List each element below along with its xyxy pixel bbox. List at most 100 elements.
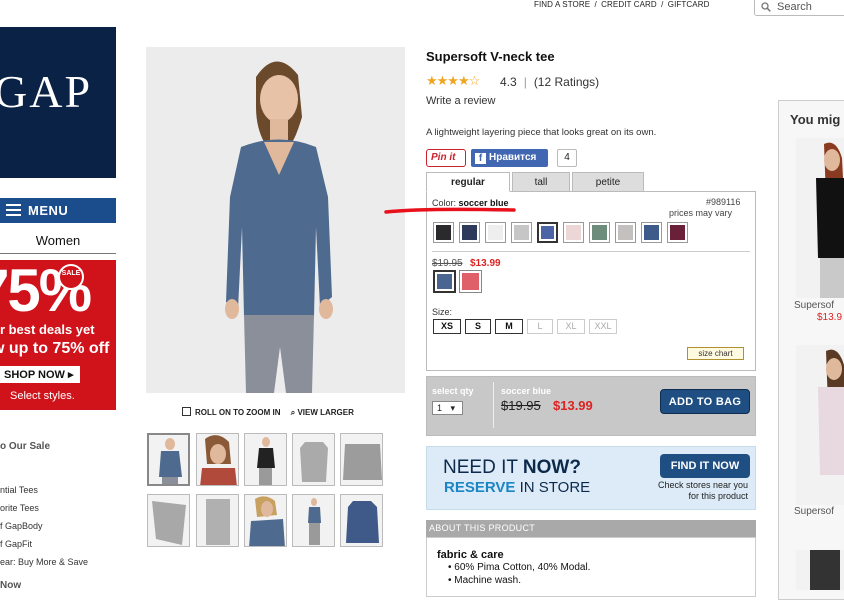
thumbnail-7[interactable]: [196, 494, 239, 547]
rating-stars-icon[interactable]: ★★★★☆: [426, 73, 480, 89]
fabric-care-heading: fabric & care: [437, 549, 504, 561]
thumbnail-image: [300, 442, 328, 482]
color-swatch[interactable]: [511, 222, 532, 243]
zoom-controls: ROLL ON TO ZOOM IN ⌕ VIEW LARGER: [182, 407, 354, 418]
product-main-image[interactable]: [146, 47, 405, 393]
swatch-fill: [488, 225, 503, 240]
recommendation-name[interactable]: Supersof: [794, 506, 834, 517]
color-swatch[interactable]: [589, 222, 610, 243]
find-store-link[interactable]: FIND A STORE: [534, 0, 590, 9]
facebook-like-button[interactable]: f Нравится: [471, 149, 548, 167]
original-price: $19.95: [432, 258, 463, 269]
thumbnail-9[interactable]: [292, 494, 335, 547]
gap-logo[interactable]: GAP: [0, 27, 116, 178]
sale-swatch-coral[interactable]: [459, 270, 482, 293]
recommendation-image[interactable]: [796, 345, 844, 505]
thumbnail-image: [249, 496, 285, 546]
swatch-fill: [437, 274, 452, 289]
sidebar-link-favorite-tees[interactable]: orite Tees: [0, 503, 39, 513]
shop-now-button[interactable]: SHOP NOW ▸: [0, 366, 80, 383]
thumbnail-8[interactable]: [244, 494, 287, 547]
thumbnail-4[interactable]: [292, 433, 335, 486]
thumbnail-image: [343, 444, 382, 480]
find-it-now-button[interactable]: FIND IT NOW: [660, 454, 750, 478]
pinterest-button[interactable]: Pin it: [426, 149, 466, 167]
annotation-underline: [384, 207, 516, 214]
swatch-fill: [436, 225, 451, 240]
tab-regular[interactable]: regular: [426, 172, 510, 192]
product-title: Supersoft V-neck tee: [426, 49, 555, 64]
color-swatch[interactable]: [563, 222, 584, 243]
swatch-fill: [541, 226, 554, 239]
color-swatch[interactable]: [667, 222, 688, 243]
sale-swatch-blue[interactable]: [433, 270, 456, 293]
search-input[interactable]: Search: [754, 0, 844, 16]
swatch-fill: [592, 225, 607, 240]
add-to-bag-button[interactable]: ADD TO BAG: [660, 389, 750, 414]
about-product-header[interactable]: ABOUT THIS PRODUCT: [426, 520, 756, 537]
now-text: NOW?: [522, 457, 581, 478]
color-swatch[interactable]: [537, 222, 558, 243]
thumbnail-image: [200, 435, 237, 485]
size-l[interactable]: L: [527, 319, 553, 334]
thumbnail-2[interactable]: [196, 433, 239, 486]
recommendation-image[interactable]: [796, 550, 844, 590]
credit-card-link[interactable]: CREDIT CARD: [601, 0, 657, 9]
sidebar-link-gapfit[interactable]: f GapFit: [0, 539, 32, 549]
rating-count-link[interactable]: (12 Ratings): [534, 75, 599, 89]
department-link-women[interactable]: Women: [0, 230, 116, 254]
thumbnail-6[interactable]: [147, 494, 190, 547]
sidebar-link-buy-more[interactable]: ear: Buy More & Save: [0, 557, 88, 567]
color-swatch[interactable]: [459, 222, 480, 243]
size-xs[interactable]: XS: [433, 319, 461, 334]
recommendation-image[interactable]: [796, 138, 844, 298]
thumbnail-image: [152, 501, 186, 545]
need-text: NEED IT: [443, 457, 518, 478]
swatch-fill: [644, 225, 659, 240]
color-swatch[interactable]: [433, 222, 454, 243]
thumbnail-10[interactable]: [340, 494, 383, 547]
menu-label: MENU: [28, 203, 69, 218]
sale-promo-banner[interactable]: 75% SALE ur best deals yet w up to 75% o…: [0, 260, 116, 410]
fabric-item: • Machine wash.: [448, 575, 521, 586]
fabric-item: • 60% Pima Cotton, 40% Modal.: [448, 562, 591, 573]
thumbnail-image: [346, 501, 379, 543]
sidebar-link-essential-tees[interactable]: ntial Tees: [0, 485, 38, 495]
thumbnail-3[interactable]: [244, 433, 287, 486]
size-chart-link[interactable]: size chart: [687, 347, 744, 360]
swatch-fill: [566, 225, 581, 240]
view-larger-link[interactable]: VIEW LARGER: [297, 408, 353, 417]
recommendation-name[interactable]: Supersof: [794, 300, 834, 311]
swatch-fill: [670, 225, 685, 240]
giftcard-link[interactable]: GIFTCARD: [668, 0, 710, 9]
swatch-fill: [514, 225, 529, 240]
write-review-link[interactable]: Write a review: [426, 95, 495, 107]
promo-note: Select styles.: [10, 390, 75, 402]
in-store-text: IN STORE: [519, 479, 591, 496]
recommendation-illustration: [816, 142, 844, 298]
color-swatch[interactable]: [485, 222, 506, 243]
rating-value: 4.3: [500, 75, 517, 89]
sidebar-link-new[interactable]: Now: [0, 580, 21, 591]
quantity-value: 1: [437, 403, 443, 413]
recommendations-title: You mig: [790, 112, 841, 127]
sidebar-link-sale[interactable]: o Our Sale: [0, 441, 50, 452]
menu-button[interactable]: MENU: [0, 198, 116, 223]
size-label: Size:: [432, 307, 453, 317]
size-s[interactable]: S: [465, 319, 491, 334]
thumbnail-1[interactable]: [147, 433, 190, 486]
size-m[interactable]: M: [495, 319, 523, 334]
recommendation-illustration: [810, 550, 840, 590]
color-swatch[interactable]: [615, 222, 636, 243]
zoom-label[interactable]: ROLL ON TO ZOOM IN: [195, 408, 280, 417]
tab-tall[interactable]: tall: [512, 172, 570, 192]
color-swatch[interactable]: [641, 222, 662, 243]
size-xl[interactable]: XL: [557, 319, 585, 334]
hamburger-icon: [6, 204, 21, 216]
thumbnail-5[interactable]: [340, 433, 383, 486]
tab-petite[interactable]: petite: [572, 172, 644, 192]
sidebar-link-gapbody[interactable]: f GapBody: [0, 521, 43, 531]
quantity-select[interactable]: 1 ▾: [432, 401, 463, 415]
size-xxl[interactable]: XXL: [589, 319, 617, 334]
facebook-icon: f: [475, 153, 486, 164]
